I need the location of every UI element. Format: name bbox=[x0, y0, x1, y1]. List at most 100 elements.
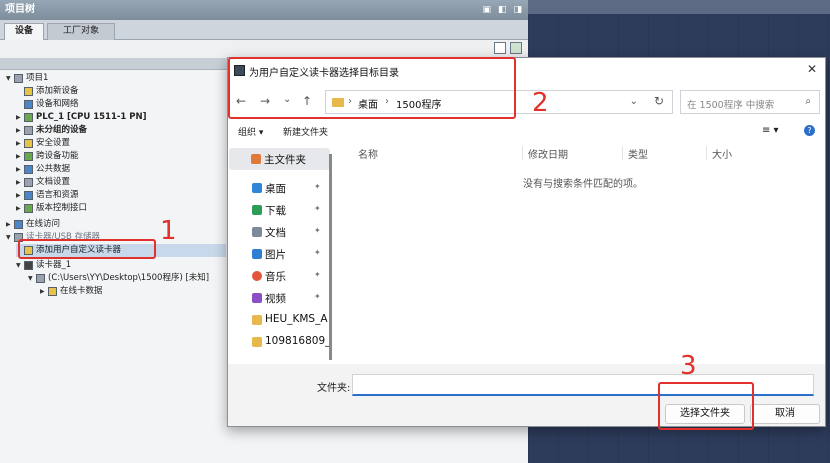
document-settings-icon bbox=[24, 178, 33, 187]
sidebar-item-music[interactable]: 音乐 ✦ bbox=[228, 266, 332, 286]
cancel-button[interactable]: 取消 bbox=[750, 404, 820, 424]
search-icon[interactable]: ⌕ bbox=[805, 96, 811, 107]
sidebar-item-label: 主文件夹 bbox=[264, 154, 306, 166]
documents-icon bbox=[252, 227, 262, 237]
sidebar-item-label: 桌面 bbox=[265, 183, 286, 195]
column-header-modified[interactable]: 修改日期 bbox=[528, 146, 568, 161]
expand-arrow-icon[interactable]: ▶ bbox=[16, 202, 24, 215]
add-device-icon bbox=[24, 87, 33, 96]
sidebar-item-label: 109816809_ bbox=[265, 335, 331, 347]
expand-arrow-icon[interactable]: ▼ bbox=[6, 72, 14, 85]
overview-icon[interactable] bbox=[510, 42, 522, 54]
sidebar-item-label: 图片 bbox=[265, 249, 286, 261]
new-folder-button[interactable]: 新建文件夹 bbox=[283, 125, 328, 138]
tree-item-online-access[interactable]: ▶ 在线访问 bbox=[6, 218, 60, 231]
tree-item-label: 未分组的设备 bbox=[36, 125, 88, 135]
navigation-scrollbar[interactable] bbox=[329, 154, 332, 360]
column-divider[interactable] bbox=[706, 146, 707, 160]
annotation-box-1 bbox=[18, 239, 156, 259]
column-header-size[interactable]: 大小 bbox=[712, 146, 732, 161]
project-icon bbox=[14, 74, 23, 83]
window-buttons: ▣ ◧ ◨ bbox=[482, 0, 522, 20]
sidebar-item-home[interactable]: 主文件夹 bbox=[229, 148, 330, 170]
drive-icon bbox=[36, 274, 45, 283]
expand-arrow-icon[interactable]: ▼ bbox=[6, 231, 14, 244]
expand-arrow-icon[interactable]: ▶ bbox=[6, 218, 14, 231]
project-tree-tabs: 设备 工厂对象 bbox=[0, 20, 528, 40]
pin-icon: ✦ bbox=[314, 292, 321, 301]
column-divider[interactable] bbox=[522, 146, 523, 160]
music-icon bbox=[252, 271, 262, 281]
column-header-type[interactable]: 类型 bbox=[628, 146, 648, 161]
editor-top-strip bbox=[528, 0, 830, 14]
tree-item-online-card-data[interactable]: ▶ 在线卡数据 bbox=[40, 285, 103, 298]
tree-item-document-settings[interactable]: ▶ 文档设置 bbox=[16, 176, 70, 189]
tab-devices[interactable]: 设备 bbox=[4, 23, 44, 40]
sidebar-item-videos[interactable]: 视频 ✦ bbox=[228, 288, 332, 308]
window-button-2[interactable]: ◧ bbox=[498, 0, 507, 20]
tree-item-label: 跨设备功能 bbox=[36, 151, 79, 161]
tree-item-label: 读卡器_1 bbox=[36, 260, 72, 270]
expand-arrow-icon[interactable]: ▶ bbox=[16, 137, 24, 150]
column-header-name[interactable]: 名称 bbox=[358, 146, 378, 161]
sidebar-item-label: 音乐 bbox=[265, 271, 286, 283]
search-box[interactable]: 在 1500程序 中搜索 ⌕ bbox=[680, 90, 820, 114]
tree-item-language[interactable]: ▶ 语言和资源 bbox=[16, 189, 79, 202]
close-icon[interactable]: ✕ bbox=[807, 62, 817, 76]
version-control-icon bbox=[24, 204, 33, 213]
home-icon bbox=[251, 154, 261, 164]
tree-item-devices-networks[interactable]: 设备和网络 bbox=[16, 98, 79, 111]
common-data-icon bbox=[24, 165, 33, 174]
folder-label: 文件夹: bbox=[317, 383, 351, 394]
expand-arrow-icon[interactable]: ▶ bbox=[16, 111, 24, 124]
sidebar-item-heu-kms[interactable]: HEU_KMS_A bbox=[228, 310, 332, 330]
expand-arrow-icon[interactable]: ▶ bbox=[16, 163, 24, 176]
sidebar-item-downloads[interactable]: 下载 ✦ bbox=[228, 200, 332, 220]
sidebar-item-desktop[interactable]: 桌面 ✦ bbox=[228, 178, 332, 198]
sidebar-item-documents[interactable]: 文档 ✦ bbox=[228, 222, 332, 242]
expand-arrow-icon[interactable]: ▶ bbox=[40, 285, 48, 298]
view-table-icon[interactable] bbox=[494, 42, 506, 54]
tree-item-project[interactable]: ▼ 项目1 bbox=[6, 72, 48, 85]
tree-item-security[interactable]: ▶ 安全设置 bbox=[16, 137, 70, 150]
tree-item-reader-1[interactable]: ▼ 读卡器_1 bbox=[16, 259, 71, 272]
tree-item-ungrouped-devices[interactable]: ▶ 未分组的设备 bbox=[16, 124, 87, 137]
window-button-3[interactable]: ◨ bbox=[513, 0, 522, 20]
help-icon[interactable]: ? bbox=[804, 125, 815, 136]
organize-button[interactable]: 组织 ▾ bbox=[238, 125, 263, 138]
tree-item-label: 设备和网络 bbox=[36, 99, 79, 109]
project-tree-title: 项目树 bbox=[5, 4, 35, 15]
tree-item-label: 安全设置 bbox=[36, 138, 71, 148]
tree-item-common-data[interactable]: ▶ 公共数据 bbox=[16, 163, 70, 176]
download-icon bbox=[252, 205, 262, 215]
expand-arrow-icon[interactable]: ▶ bbox=[16, 176, 24, 189]
tab-plant-objects[interactable]: 工厂对象 bbox=[47, 23, 115, 40]
tree-item-plc[interactable]: ▶ PLC_1 [CPU 1511-1 PN] bbox=[16, 111, 147, 124]
column-divider[interactable] bbox=[622, 146, 623, 160]
reader-icon bbox=[24, 261, 33, 270]
sidebar-item-pictures[interactable]: 图片 ✦ bbox=[228, 244, 332, 264]
file-list: 名称 修改日期 类型 大小 没有与搜索条件匹配的项。 bbox=[334, 142, 825, 364]
refresh-icon[interactable]: ↻ bbox=[654, 94, 664, 108]
expand-arrow-icon[interactable]: ▶ bbox=[16, 150, 24, 163]
window-button-1[interactable]: ▣ bbox=[482, 0, 491, 20]
tree-item-add-device[interactable]: 添加新设备 bbox=[16, 85, 79, 98]
expand-arrow-icon[interactable]: ▼ bbox=[28, 272, 36, 285]
tree-item-cross-device[interactable]: ▶ 跨设备功能 bbox=[16, 150, 79, 163]
pin-icon: ✦ bbox=[314, 248, 321, 257]
address-dropdown-icon[interactable]: ⌄ bbox=[630, 96, 638, 107]
pin-icon: ✦ bbox=[314, 270, 321, 279]
sidebar-item-109816809[interactable]: 109816809_ bbox=[228, 332, 332, 352]
annotation-number-1: 1 bbox=[160, 216, 177, 246]
tree-item-version-control[interactable]: ▶ 版本控制接口 bbox=[16, 202, 87, 215]
expand-arrow-icon[interactable]: ▶ bbox=[16, 189, 24, 202]
videos-icon bbox=[252, 293, 262, 303]
expand-arrow-icon[interactable]: ▼ bbox=[16, 259, 24, 272]
view-options-icon[interactable]: ≡ ▾ bbox=[762, 125, 779, 136]
sidebar-item-label: 文档 bbox=[265, 227, 286, 239]
tree-item-drive[interactable]: ▼ (C:\Users\YY\Desktop\1500程序) [未知] bbox=[28, 272, 209, 285]
annotation-box-2 bbox=[228, 57, 516, 119]
dialog-command-bar: 组织 ▾ 新建文件夹 ≡ ▾ ? bbox=[228, 120, 825, 142]
expand-arrow-icon[interactable]: ▶ bbox=[16, 124, 24, 137]
folder-icon bbox=[252, 337, 262, 347]
